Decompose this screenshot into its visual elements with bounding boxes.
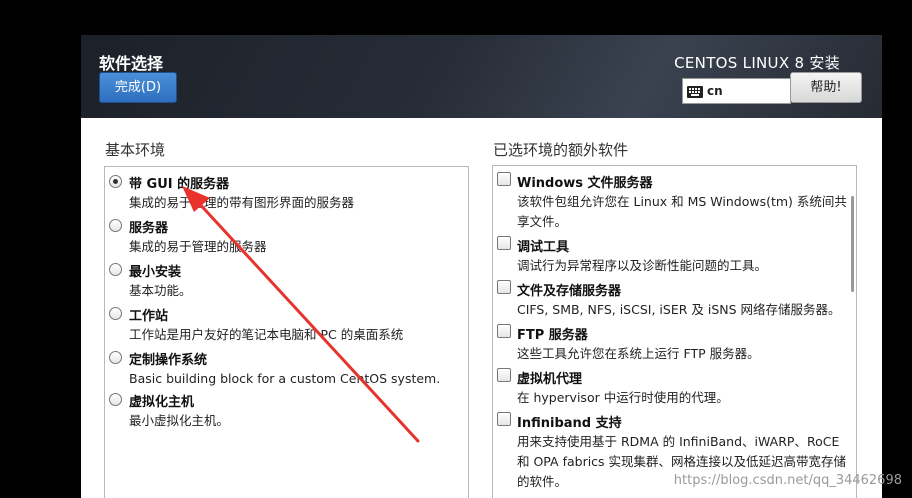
watermark: https://blog.csdn.net/qq_34462698: [673, 473, 902, 488]
annotation-arrow: [182, 186, 420, 443]
